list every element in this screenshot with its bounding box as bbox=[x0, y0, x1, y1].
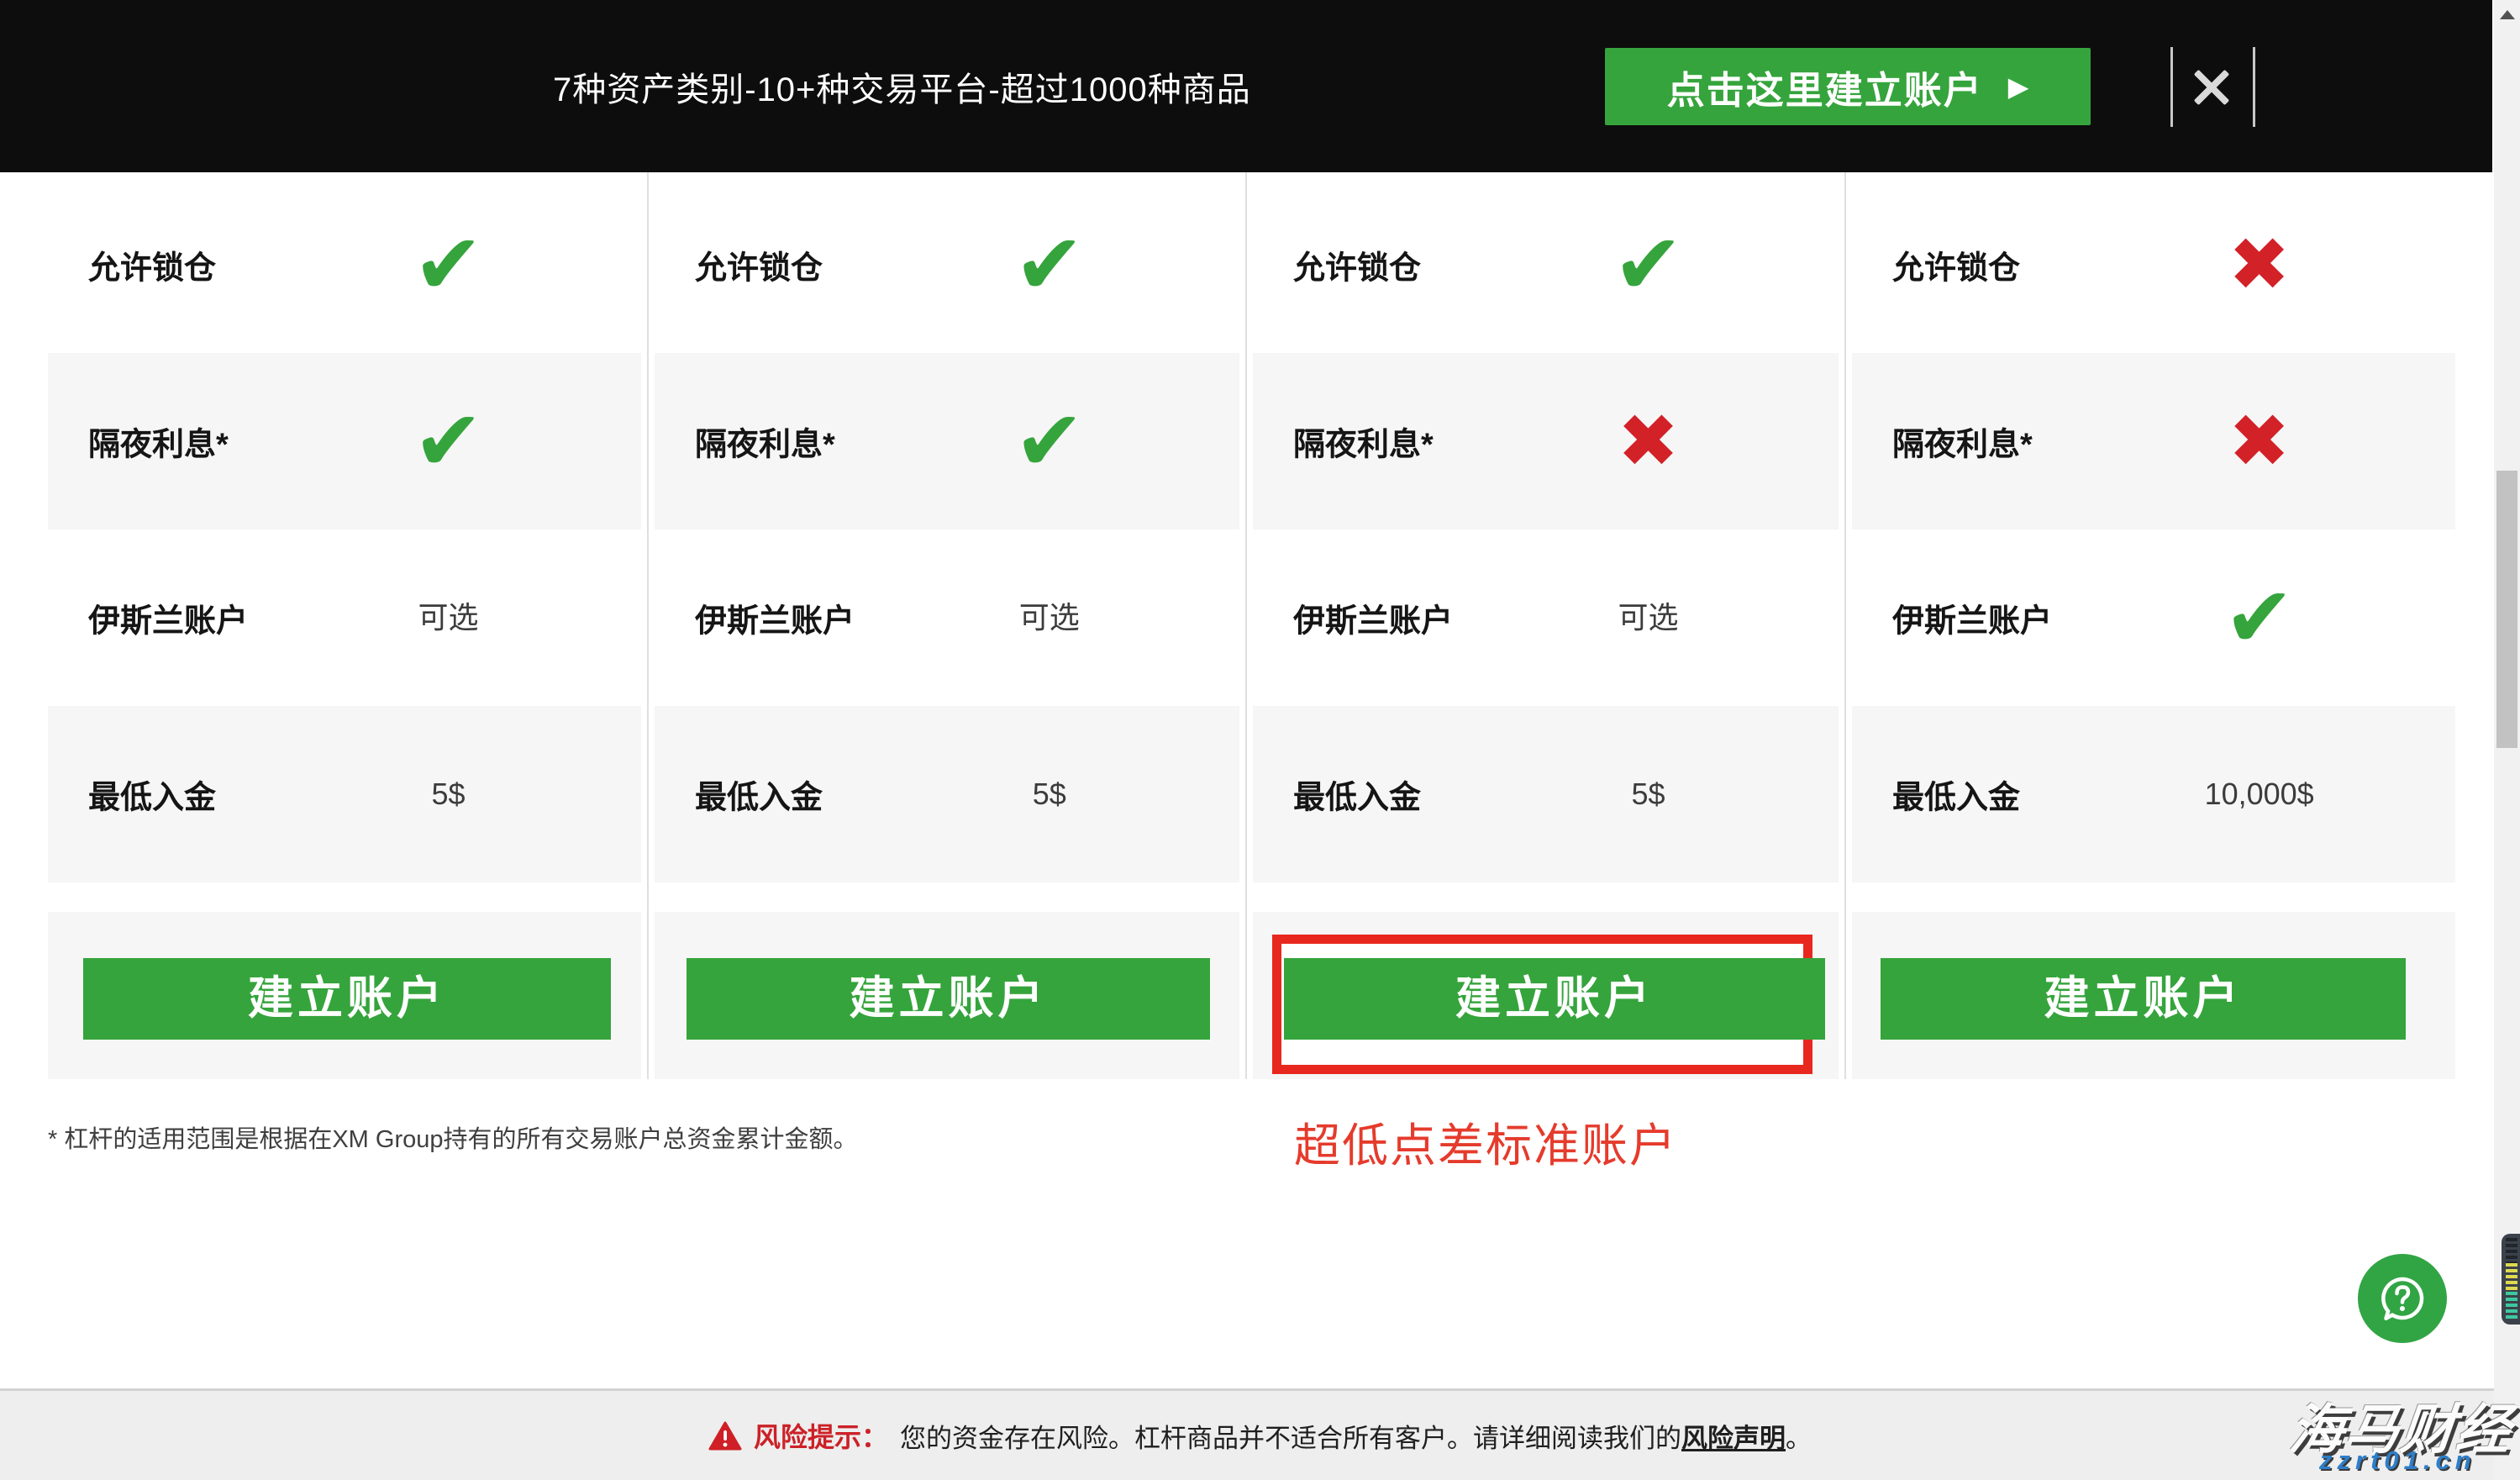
table-cell: 允许锁仓 ✖ bbox=[1852, 176, 2455, 353]
table-cell: 隔夜利息* ✔ bbox=[655, 353, 1239, 529]
promo-banner: 7种资产类别-10+种交易平台-超过1000种商品 点击这里建立账户 ▶ bbox=[0, 0, 2492, 172]
banner-cta-label: 点击这里建立账户 bbox=[1667, 60, 1983, 114]
check-icon: ✔ bbox=[1014, 223, 1085, 307]
row-label: 隔夜利息* bbox=[1892, 419, 2033, 465]
table-cell: 伊斯兰账户 可选 bbox=[655, 529, 1239, 706]
warning-triangle-icon bbox=[708, 1420, 742, 1451]
risk-text: 您的资金存在风险。杠杆商品并不适合所有客户。请详细阅读我们的风险声明。 bbox=[900, 1417, 1812, 1455]
equalizer-logo-icon bbox=[2502, 1234, 2520, 1325]
check-icon: ✔ bbox=[413, 223, 484, 307]
cross-icon: ✖ bbox=[2228, 228, 2291, 302]
table-row: 允许锁仓 ✔ 允许锁仓 ✔ 允许锁仓 ✔ 允许锁仓 ✖ bbox=[0, 176, 2520, 353]
table-cell: 隔夜利息* ✖ bbox=[1253, 353, 1839, 529]
table-row: 最低入金 5$ 最低入金 5$ 最低入金 5$ 最低入金 10,000$ bbox=[0, 706, 2520, 882]
table-cell: 最低入金 5$ bbox=[655, 706, 1239, 882]
cross-icon: ✖ bbox=[1618, 404, 1680, 478]
cell-value: 5$ bbox=[432, 779, 466, 809]
table-cell: 最低入金 5$ bbox=[48, 706, 641, 882]
row-label: 最低入金 bbox=[1293, 772, 1421, 818]
cell-value: 可选 bbox=[1019, 603, 1080, 633]
check-icon: ✔ bbox=[413, 399, 484, 483]
table-cell: 允许锁仓 ✔ bbox=[655, 176, 1239, 353]
arrow-right-icon: ▶ bbox=[2008, 73, 2029, 100]
row-label: 允许锁仓 bbox=[695, 242, 823, 288]
table-cell: 伊斯兰账户 ✔ bbox=[1852, 529, 2455, 706]
separator bbox=[2253, 47, 2255, 127]
scroll-up-arrow-icon[interactable] bbox=[2500, 10, 2515, 19]
row-label: 隔夜利息* bbox=[1293, 419, 1434, 465]
cross-icon: ✖ bbox=[2228, 404, 2291, 478]
table-cell: 允许锁仓 ✔ bbox=[48, 176, 641, 353]
cell-value: 5$ bbox=[1033, 779, 1066, 809]
row-label: 伊斯兰账户 bbox=[88, 595, 248, 641]
row-label: 允许锁仓 bbox=[88, 242, 216, 288]
table-cell: 允许锁仓 ✔ bbox=[1253, 176, 1839, 353]
row-label: 允许锁仓 bbox=[1293, 242, 1421, 288]
close-icon[interactable] bbox=[2186, 64, 2238, 111]
row-label: 最低入金 bbox=[695, 772, 823, 818]
row-label: 允许锁仓 bbox=[1892, 242, 2020, 288]
risk-warning-bar: 风险提示： 您的资金存在风险。杠杆商品并不适合所有客户。请详细阅读我们的风险声明… bbox=[0, 1388, 2520, 1480]
banner-cta-button[interactable]: 点击这里建立账户 ▶ bbox=[1605, 48, 2091, 125]
cell-value: 可选 bbox=[418, 603, 479, 633]
annotation-label: 超低点差标准账户 bbox=[1294, 1108, 1677, 1175]
check-icon: ✔ bbox=[1613, 223, 1684, 307]
table-cell: 最低入金 10,000$ bbox=[1852, 706, 2455, 882]
banner-headline: 7种资产类别-10+种交易平台-超过1000种商品 bbox=[553, 62, 1251, 111]
table-cell: 隔夜利息* ✔ bbox=[48, 353, 641, 529]
row-label: 隔夜利息* bbox=[88, 419, 229, 465]
separator bbox=[2170, 47, 2173, 127]
open-account-button-3[interactable]: 建立账户 bbox=[1284, 958, 1825, 1040]
risk-title: 风险提示： bbox=[754, 1416, 888, 1455]
row-label: 隔夜利息* bbox=[695, 419, 835, 465]
table-cell: 隔夜利息* ✖ bbox=[1852, 353, 2455, 529]
watermark-site: zzrt01.cn bbox=[2319, 1446, 2476, 1476]
table-row: 隔夜利息* ✔ 隔夜利息* ✔ 隔夜利息* ✖ 隔夜利息* ✖ bbox=[0, 353, 2520, 529]
open-account-button-1[interactable]: 建立账户 bbox=[83, 958, 611, 1040]
help-button[interactable] bbox=[2358, 1254, 2447, 1343]
row-label: 最低入金 bbox=[1892, 772, 2020, 818]
open-account-button-4[interactable]: 建立账户 bbox=[1881, 958, 2406, 1040]
cell-value: 5$ bbox=[1631, 779, 1665, 809]
table-cell: 伊斯兰账户 可选 bbox=[1253, 529, 1839, 706]
open-account-button-2[interactable]: 建立账户 bbox=[687, 958, 1210, 1040]
row-label: 伊斯兰账户 bbox=[1892, 595, 2052, 641]
table-row: 伊斯兰账户 可选 伊斯兰账户 可选 伊斯兰账户 可选 伊斯兰账户 ✔ bbox=[0, 529, 2520, 706]
question-bubble-icon bbox=[2375, 1271, 2430, 1326]
scrollbar-thumb[interactable] bbox=[2496, 471, 2517, 748]
row-label: 伊斯兰账户 bbox=[1293, 595, 1453, 641]
check-icon: ✔ bbox=[2224, 576, 2295, 660]
check-icon: ✔ bbox=[1014, 399, 1085, 483]
table-cell: 伊斯兰账户 可选 bbox=[48, 529, 641, 706]
leverage-footnote: * 杠杆的适用范围是根据在XM Group持有的所有交易账户总资金累计金额。 bbox=[48, 1119, 858, 1155]
cell-value: 10,000$ bbox=[2205, 779, 2314, 809]
risk-statement-link[interactable]: 风险声明 bbox=[1681, 1424, 1786, 1453]
table-cell: 最低入金 5$ bbox=[1253, 706, 1839, 882]
cell-value: 可选 bbox=[1618, 603, 1678, 633]
row-label: 最低入金 bbox=[88, 772, 216, 818]
row-label: 伊斯兰账户 bbox=[695, 595, 855, 641]
